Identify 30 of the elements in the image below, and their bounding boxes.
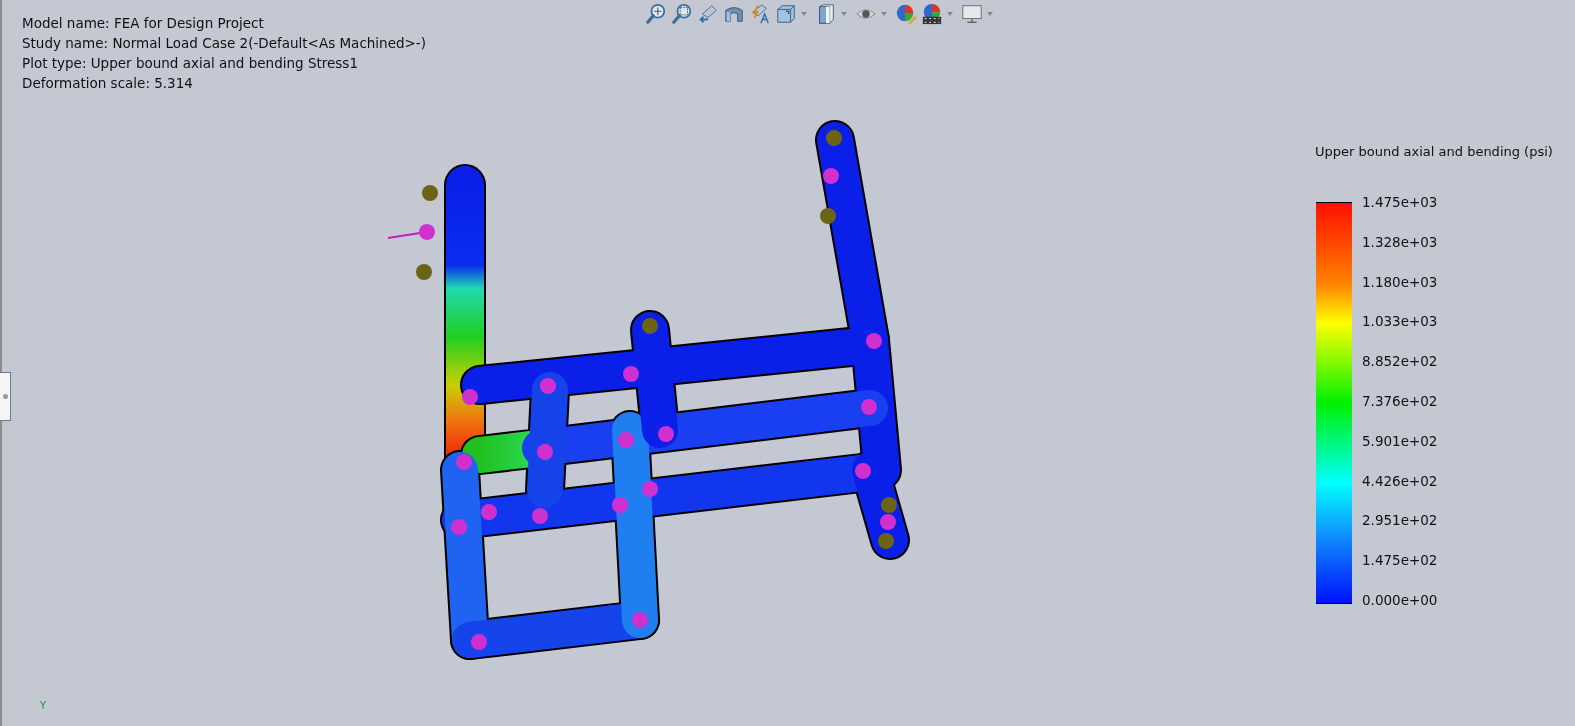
plot-info-text: Model name: FEA for Design Project (22, 14, 265, 33)
legend-tick-label: 1.033e+03 (1362, 313, 1438, 330)
annotation-icon[interactable] (749, 3, 771, 25)
legend-tick-label: 1.475e+02 (1362, 552, 1438, 569)
magnifier-icon[interactable] (671, 3, 693, 25)
color-wheel-film-icon[interactable] (921, 3, 943, 25)
plot-info-text: Deformation scale: 5.314 (22, 74, 194, 93)
caret-icon[interactable] (881, 12, 887, 16)
caret-icon[interactable] (841, 12, 847, 16)
caret-icon[interactable] (801, 12, 807, 16)
cube-icon[interactable] (775, 3, 797, 25)
axis-label: Y (40, 701, 47, 711)
monitor-icon[interactable] (961, 3, 983, 25)
legend-tick-label: 7.376e+02 (1362, 393, 1438, 409)
legend-tick-label: 1.328e+03 (1362, 233, 1438, 250)
plot-info-text: Plot type: Upper bound axial and bending Stress1 (22, 54, 359, 73)
legend-tick-label: 1.180e+03 (1362, 273, 1438, 290)
legend-title: Upper bound axial and bending (psi) (1315, 144, 1553, 159)
legend-tick-label: 2.951e+02 (1362, 512, 1438, 529)
plot-info-text: Study name: Normal Load Case 2(-Default<As Machined>-) (22, 34, 426, 53)
legend-tick-label: 1.475e+03 (1362, 194, 1438, 210)
caret-icon[interactable] (987, 12, 993, 16)
legend-tick-label: 5.901e+02 (1362, 432, 1438, 449)
caret-icon[interactable] (947, 12, 953, 16)
side-panel-tab[interactable] (0, 372, 11, 421)
legend-tick-label: 0.000e+00 (1362, 591, 1438, 608)
legend-tick-label: 4.426e+02 (1362, 472, 1438, 489)
color-wheel-pencil-icon[interactable] (895, 3, 917, 25)
magnifier-icon[interactable] (645, 3, 667, 25)
legend-tick-label: 8.852e+02 (1362, 353, 1438, 370)
